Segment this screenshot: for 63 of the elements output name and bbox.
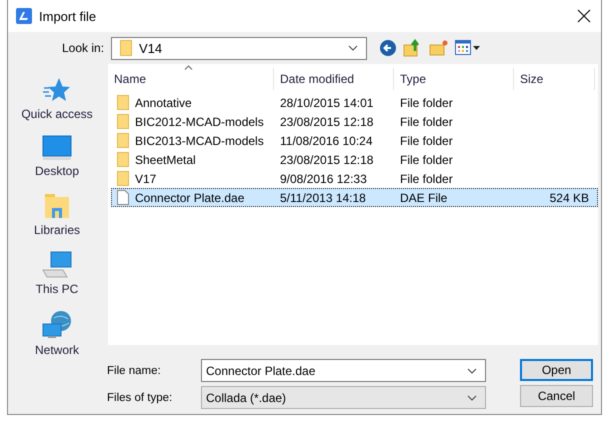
file-name-label: File name:: [107, 364, 162, 376]
file-type-label: Files of type:: [107, 392, 174, 404]
file-type-dropdown[interactable]: Collada (*.dae): [201, 386, 486, 409]
file-type: File folder: [400, 134, 453, 148]
place-item[interactable]: Quick access: [21, 76, 93, 121]
file-name-field[interactable]: Connector Plate.dae: [201, 359, 486, 382]
file-row[interactable]: Connector Plate.dae 5/11/2013 14:18 DAE File 524 KB: [111, 188, 598, 207]
back-icon[interactable]: [379, 39, 397, 57]
column-header[interactable]: Size: [514, 68, 595, 90]
look-in-dropdown[interactable]: V14: [111, 36, 367, 60]
date-modified: 23/08/2015 12:18: [280, 152, 374, 166]
file-row[interactable]: SheetMetal 23/08/2015 12:18 File folder: [108, 150, 598, 169]
open-button[interactable]: Open: [520, 359, 593, 381]
star-icon: [42, 76, 71, 104]
file-name: BIC2012-MCAD-models: [135, 114, 264, 128]
place-item[interactable]: This PC: [36, 251, 78, 296]
folder-icon: [117, 114, 129, 129]
app-logo-icon: [16, 8, 32, 24]
file-type: DAE File: [400, 190, 448, 204]
column-header[interactable]: Name: [108, 68, 274, 90]
folder-icon: [117, 152, 129, 167]
computer-icon: [41, 251, 73, 279]
file-row[interactable]: V17 9/08/2016 12:33 File folder: [108, 169, 598, 188]
file-type: File folder: [400, 152, 453, 166]
chevron-down-icon: [467, 368, 477, 374]
column-header[interactable]: Type: [394, 68, 514, 90]
monitor-icon: [42, 135, 72, 161]
folder-icon: [43, 192, 71, 220]
place-item[interactable]: Desktop: [34, 135, 80, 178]
place-item[interactable]: Libraries: [34, 192, 80, 237]
folder-icon: [117, 171, 129, 186]
date-modified: 9/08/2016 12:33: [280, 172, 367, 186]
column-header[interactable]: Date modified: [274, 68, 394, 90]
file-row[interactable]: Annotative 28/10/2015 14:01 File folder: [108, 93, 598, 112]
new-folder-icon[interactable]: [429, 39, 449, 57]
file-row[interactable]: BIC2012-MCAD-models 23/08/2015 12:18 File folder: [108, 112, 598, 131]
view-menu-icon[interactable]: [455, 40, 481, 56]
folder-icon: [117, 95, 129, 110]
window-title: Import file: [39, 8, 96, 24]
look-in-label: Look in:: [62, 41, 106, 55]
file-row[interactable]: BIC2013-MCAD-models 11/08/2016 10:24 File folder: [108, 131, 598, 150]
file-type: File folder: [400, 96, 453, 110]
date-modified: 11/08/2016 10:24: [280, 134, 373, 148]
cancel-button[interactable]: Cancel: [520, 385, 593, 407]
file-name: Connector Plate.dae: [135, 190, 244, 204]
file-type: File folder: [400, 114, 453, 128]
folder-icon: [117, 133, 129, 148]
folder-icon: [120, 40, 132, 56]
date-modified: 5/11/2013 14:18: [280, 190, 366, 204]
file-name: SheetMetal: [135, 152, 196, 166]
file-name: BIC2013-MCAD-models: [135, 134, 264, 148]
file-name: V17: [135, 172, 156, 186]
date-modified: 23/08/2015 12:18: [280, 114, 374, 128]
place-item[interactable]: Network: [34, 310, 79, 357]
file-type: File folder: [400, 172, 453, 186]
file-size: 524 KB: [550, 190, 589, 204]
chevron-down-icon: [467, 394, 477, 400]
date-modified: 28/10/2015 14:01: [280, 96, 374, 110]
network-icon: [40, 310, 73, 340]
document-icon: [117, 190, 129, 205]
file-name: Annotative: [135, 96, 192, 110]
close-icon[interactable]: [577, 9, 591, 23]
chevron-down-icon: [348, 45, 358, 51]
